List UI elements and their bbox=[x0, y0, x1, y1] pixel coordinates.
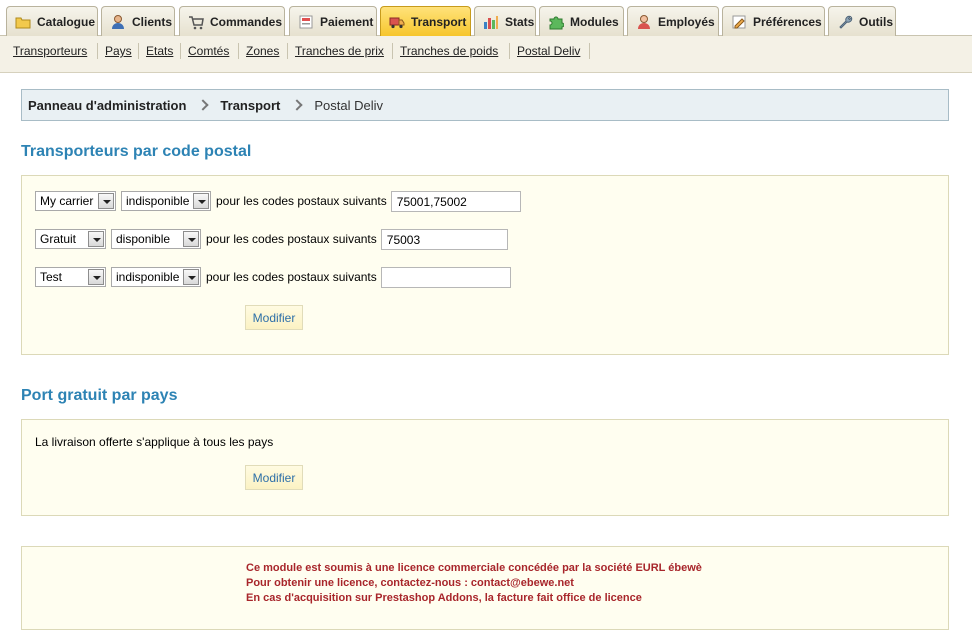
chevron-down-icon[interactable] bbox=[98, 193, 114, 209]
carrier-row: Test indisponible pour les codes postaux… bbox=[35, 266, 511, 288]
subnav-tranches-poids[interactable]: Tranches de poids bbox=[400, 44, 498, 58]
separator bbox=[392, 43, 393, 59]
tab-modules[interactable]: Modules bbox=[539, 6, 624, 36]
tab-outils[interactable]: Outils bbox=[828, 6, 896, 36]
free-shipping-panel: La livraison offerte s'applique à tous l… bbox=[21, 419, 949, 516]
subnav-zones[interactable]: Zones bbox=[246, 44, 279, 58]
preferences-icon bbox=[731, 14, 747, 30]
bar-chart-icon bbox=[483, 14, 499, 30]
carrier-select[interactable]: Gratuit bbox=[35, 229, 106, 249]
tab-label: Paiement bbox=[320, 14, 374, 29]
postcodes-label: pour les codes postaux suivants bbox=[206, 232, 377, 246]
tab-stats[interactable]: Stats bbox=[474, 6, 536, 36]
tab-commandes[interactable]: Commandes bbox=[179, 6, 285, 36]
subnav-comtes[interactable]: Comtés bbox=[188, 44, 229, 58]
free-shipping-section-title: Port gratuit par pays bbox=[21, 387, 178, 404]
availability-select-value: indisponible bbox=[126, 194, 190, 208]
separator bbox=[589, 43, 590, 59]
subnav-tranches-prix[interactable]: Tranches de prix bbox=[295, 44, 384, 58]
availability-select[interactable]: indisponible bbox=[111, 267, 201, 287]
breadcrumb-current: Postal Deliv bbox=[314, 97, 384, 113]
postcodes-input[interactable] bbox=[380, 266, 511, 288]
tab-label: Transport bbox=[411, 15, 467, 29]
chevron-right-icon bbox=[290, 98, 304, 112]
tab-catalogue[interactable]: Catalogue bbox=[6, 6, 98, 36]
availability-select-value: disponible bbox=[116, 232, 171, 246]
carrier-select-value: Test bbox=[40, 270, 63, 284]
breadcrumb: Panneau d'administration Transport Posta… bbox=[21, 89, 949, 121]
postcodes-input[interactable]: 75001,75002 bbox=[390, 190, 521, 212]
tab-label: Clients bbox=[132, 14, 173, 29]
sub-navigation: Transporteurs Pays Etats Comtés Zones Tr… bbox=[0, 36, 972, 73]
wrench-icon bbox=[837, 14, 853, 30]
postcodes-label: pour les codes postaux suivants bbox=[216, 194, 387, 208]
tab-label: Employés bbox=[658, 14, 715, 29]
separator bbox=[509, 43, 510, 59]
chevron-down-icon[interactable] bbox=[183, 269, 199, 285]
subnav-transporteurs[interactable]: Transporteurs bbox=[13, 44, 87, 58]
tab-label: Stats bbox=[505, 14, 535, 29]
postcodes-input[interactable]: 75003 bbox=[380, 228, 508, 250]
carrier-row: My carrier indisponible pour les codes p… bbox=[35, 190, 521, 212]
tab-label: Modules bbox=[570, 14, 619, 29]
chevron-down-icon[interactable] bbox=[183, 231, 199, 247]
separator bbox=[97, 43, 98, 59]
employee-icon bbox=[636, 14, 652, 30]
subnav-pays[interactable]: Pays bbox=[105, 44, 132, 58]
chevron-right-icon bbox=[196, 98, 210, 112]
tab-employes[interactable]: Employés bbox=[627, 6, 719, 36]
carrier-select[interactable]: Test bbox=[35, 267, 106, 287]
chevron-down-icon[interactable] bbox=[193, 193, 209, 209]
breadcrumb-item[interactable]: Panneau d'administration bbox=[28, 98, 186, 113]
folder-icon bbox=[15, 14, 31, 30]
carrier-select[interactable]: My carrier bbox=[35, 191, 116, 211]
breadcrumb-item[interactable]: Transport bbox=[220, 98, 280, 113]
subnav-etats[interactable]: Etats bbox=[146, 44, 173, 58]
payment-icon bbox=[298, 14, 314, 30]
modify-carriers-button[interactable]: Modifier bbox=[245, 305, 303, 330]
tab-preferences[interactable]: Préférences bbox=[722, 6, 825, 36]
tab-label: Commandes bbox=[210, 14, 283, 29]
separator bbox=[180, 43, 181, 59]
modify-free-shipping-button[interactable]: Modifier bbox=[245, 465, 303, 490]
chevron-down-icon[interactable] bbox=[88, 269, 104, 285]
user-icon bbox=[110, 14, 126, 30]
tab-label: Catalogue bbox=[37, 14, 96, 29]
separator bbox=[287, 43, 288, 59]
tab-label: Préférences bbox=[753, 14, 822, 29]
carrier-row: Gratuit disponible pour les codes postau… bbox=[35, 228, 508, 250]
separator bbox=[138, 43, 139, 59]
carriers-panel: My carrier indisponible pour les codes p… bbox=[21, 175, 949, 355]
main-tab-bar: Catalogue Clients Commandes Paiement Tra… bbox=[0, 0, 972, 37]
free-shipping-text: La livraison offerte s'applique à tous l… bbox=[35, 435, 274, 449]
license-notice: Ce module est soumis à une licence comme… bbox=[21, 546, 949, 630]
subnav-postal-deliv[interactable]: Postal Deliv bbox=[517, 44, 580, 58]
availability-select[interactable]: disponible bbox=[111, 229, 201, 249]
availability-select-value: indisponible bbox=[116, 270, 180, 284]
carriers-section-title: Transporteurs par code postal bbox=[21, 143, 252, 160]
tab-clients[interactable]: Clients bbox=[101, 6, 175, 36]
tab-transport[interactable]: Transport bbox=[380, 6, 471, 37]
cart-icon bbox=[188, 14, 204, 30]
license-line: En cas d'acquisition sur Prestashop Addo… bbox=[246, 592, 642, 604]
carrier-select-value: My carrier bbox=[40, 194, 94, 208]
license-line: Ce module est soumis à une licence comme… bbox=[246, 562, 702, 574]
postcodes-label: pour les codes postaux suivants bbox=[206, 270, 377, 284]
separator bbox=[238, 43, 239, 59]
tab-label: Outils bbox=[859, 14, 894, 29]
availability-select[interactable]: indisponible bbox=[121, 191, 211, 211]
license-line: Pour obtenir une licence, contactez-nous… bbox=[246, 577, 574, 589]
carrier-select-value: Gratuit bbox=[40, 232, 77, 246]
puzzle-icon bbox=[548, 14, 565, 30]
truck-icon bbox=[389, 14, 405, 30]
chevron-down-icon[interactable] bbox=[88, 231, 104, 247]
tab-paiement[interactable]: Paiement bbox=[289, 6, 377, 36]
